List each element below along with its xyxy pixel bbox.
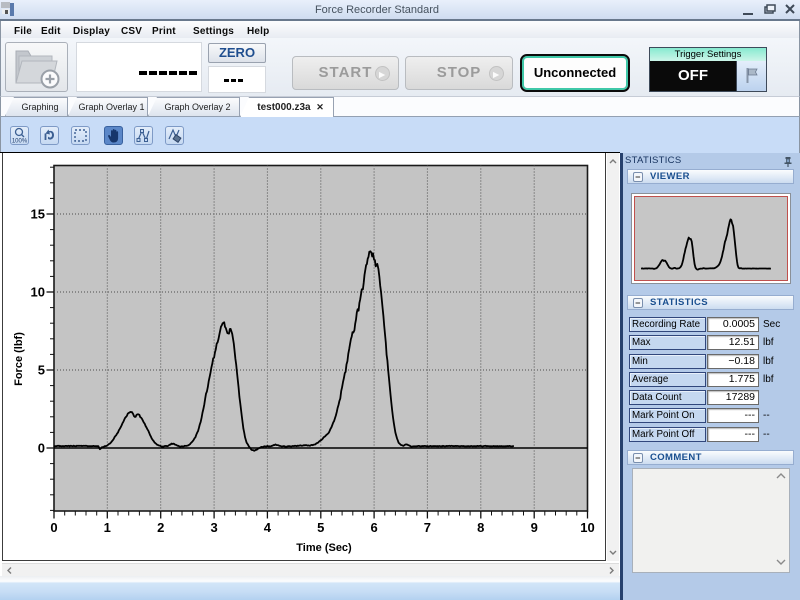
svg-text:100%: 100% xyxy=(12,139,28,145)
svg-text:9: 9 xyxy=(531,520,538,535)
svg-text:Time (Sec): Time (Sec) xyxy=(296,542,352,554)
svg-text:5: 5 xyxy=(38,363,45,378)
svg-text:15: 15 xyxy=(31,207,45,222)
svg-text:6: 6 xyxy=(370,520,377,535)
svg-text:10: 10 xyxy=(580,520,594,535)
svg-text:10: 10 xyxy=(31,285,45,300)
svg-text:Force (lbf): Force (lbf) xyxy=(13,332,25,386)
svg-text:3: 3 xyxy=(210,520,217,535)
svg-text:8: 8 xyxy=(477,520,484,535)
svg-text:0: 0 xyxy=(50,520,57,535)
svg-text:1: 1 xyxy=(104,520,111,535)
svg-text:0: 0 xyxy=(38,441,45,456)
svg-text:5: 5 xyxy=(317,520,324,535)
svg-text:2: 2 xyxy=(157,520,164,535)
svg-text:7: 7 xyxy=(424,520,431,535)
svg-text:4: 4 xyxy=(264,520,272,535)
